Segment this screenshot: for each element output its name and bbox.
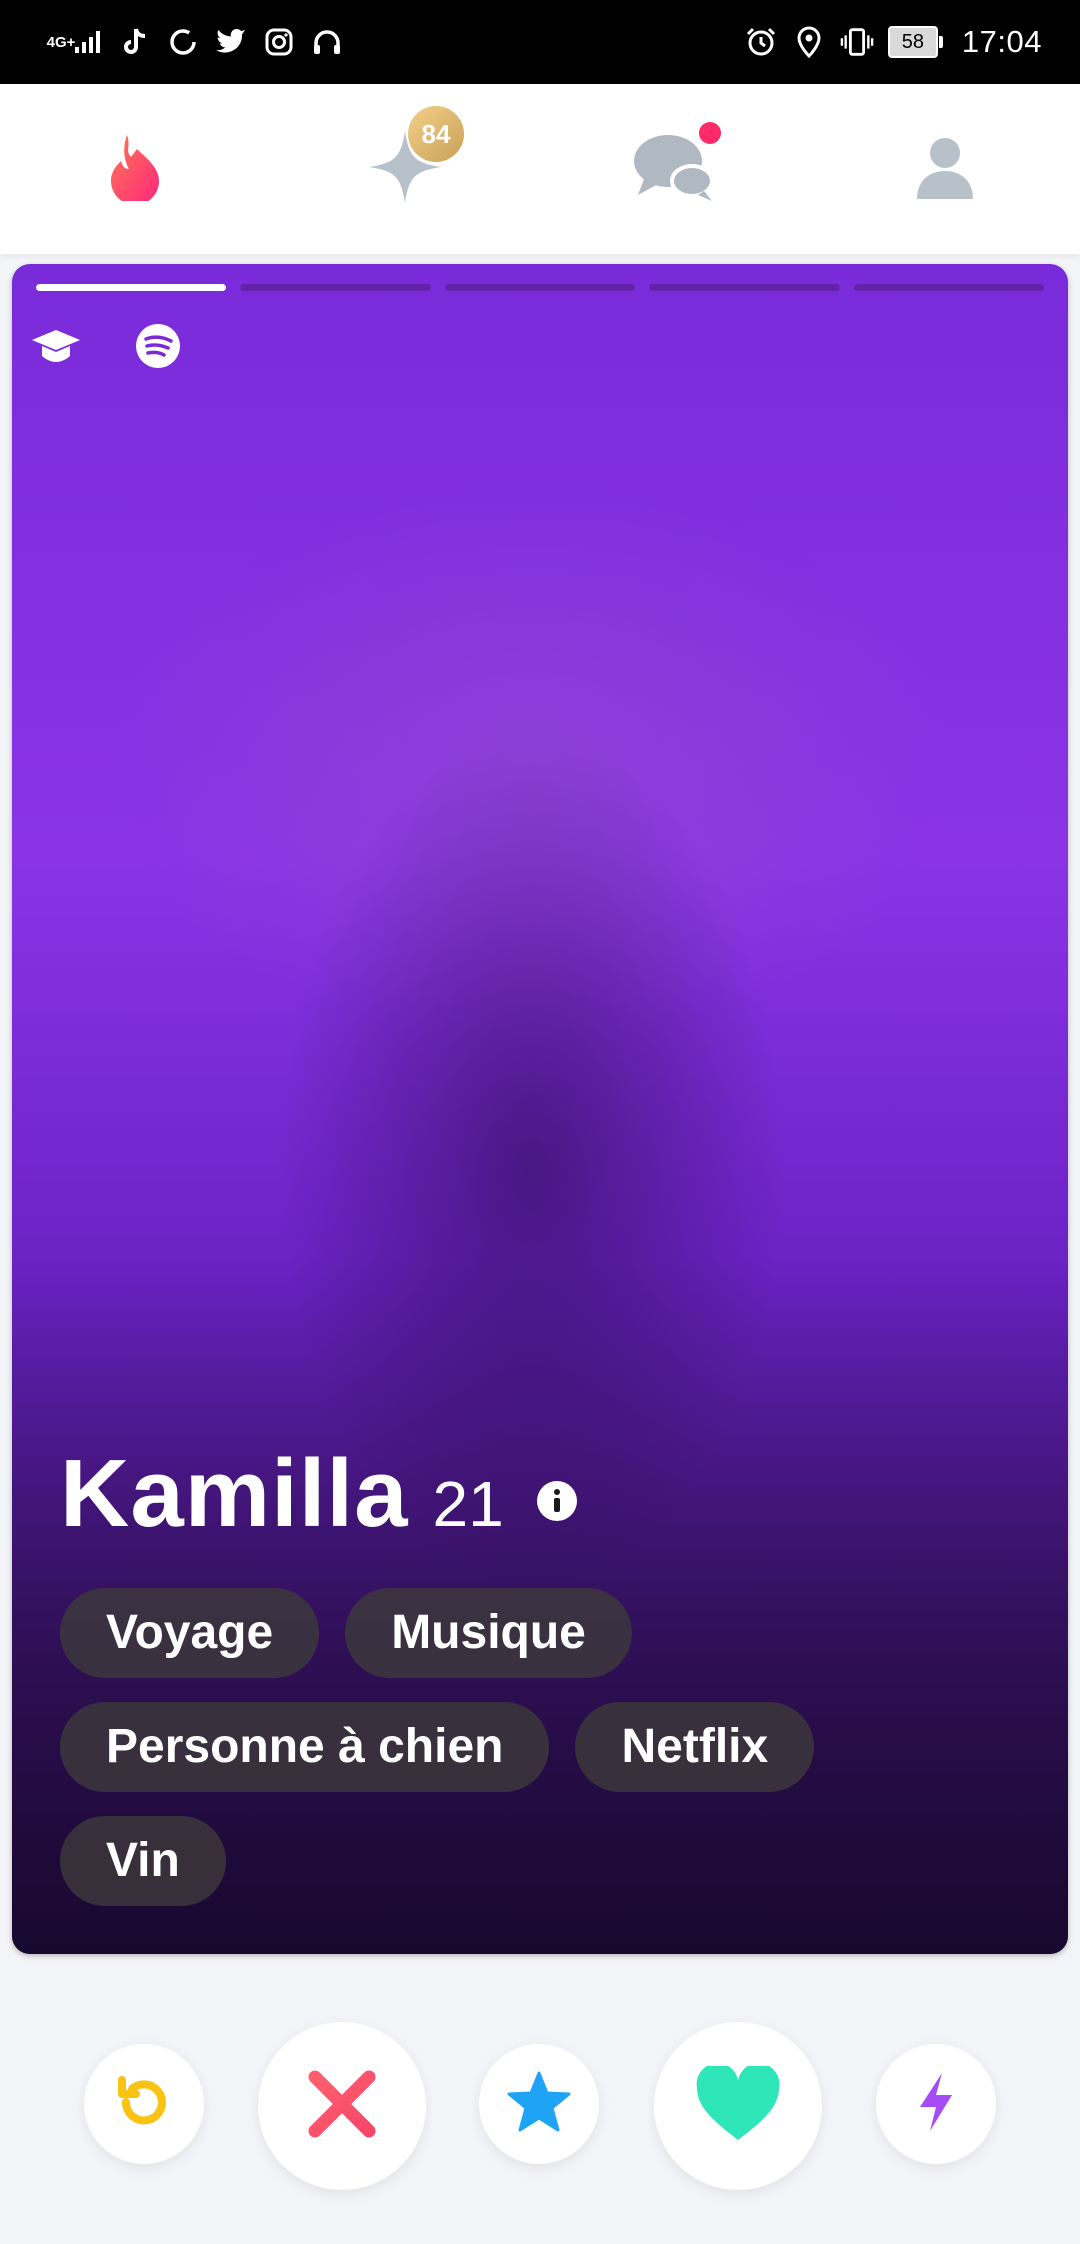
profile-name: Kamilla — [60, 1440, 409, 1547]
like-button[interactable] — [654, 2022, 822, 2190]
alarm-icon — [744, 25, 778, 59]
photo-progress-segment — [649, 284, 840, 291]
photo-progress — [36, 284, 1045, 291]
location-icon — [792, 25, 826, 59]
notification-dot — [699, 122, 721, 144]
super-like-icon — [506, 2070, 572, 2139]
instagram-icon — [262, 25, 296, 59]
tab-explore[interactable] — [60, 84, 210, 254]
profile-age: 21 — [432, 1468, 504, 1540]
rewind-button[interactable] — [84, 2044, 204, 2164]
twitter-icon — [214, 25, 248, 59]
tab-top-picks[interactable]: 84 — [330, 84, 480, 254]
boost-button[interactable] — [876, 2044, 996, 2164]
headphones-icon — [310, 25, 344, 59]
like-icon — [695, 2062, 781, 2147]
clock: 17:04 — [961, 24, 1042, 59]
interest-tag: Netflix — [575, 1702, 815, 1792]
interest-tags: Voyage Musique Personne à chien Netflix … — [60, 1588, 960, 1906]
nope-icon — [305, 2067, 379, 2146]
battery-indicator: 58 — [887, 26, 943, 58]
boost-icon — [914, 2071, 958, 2138]
super-like-button[interactable] — [479, 2044, 599, 2164]
interest-tag: Voyage — [60, 1588, 320, 1678]
tiktok-icon — [118, 25, 152, 59]
interest-tag: Personne à chien — [60, 1702, 550, 1792]
graduation-cap-icon — [28, 318, 84, 374]
signal-icon: 4G+ — [44, 25, 104, 59]
photo-progress-segment — [853, 284, 1045, 291]
top-navigation: 84 — [0, 84, 1080, 254]
profile-icon — [915, 133, 975, 206]
network-type: 4G+ — [46, 33, 76, 51]
status-left: 4G+ — [44, 18, 344, 66]
vibrate-icon — [840, 25, 874, 59]
interest-tag: Musique — [345, 1588, 632, 1678]
photo-progress-segment — [444, 284, 636, 291]
flame-icon — [107, 133, 163, 206]
interest-tag: Vin — [60, 1816, 226, 1906]
tab-profile[interactable] — [870, 84, 1020, 254]
profile-name-row: Kamilla 21 — [60, 1444, 578, 1544]
status-bar: 4G+ 58 17:04 — [0, 0, 1080, 84]
info-icon[interactable] — [536, 1480, 578, 1522]
nope-button[interactable] — [258, 2022, 426, 2190]
spotify-icon — [130, 318, 186, 374]
sync-circle-icon — [166, 25, 200, 59]
status-right: 58 17:04 — [744, 18, 1042, 66]
photo-progress-segment — [240, 284, 431, 291]
photo-progress-segment — [36, 284, 227, 291]
profile-card[interactable]: Kamilla 21 Voyage Musique Personne à chi… — [12, 264, 1068, 1954]
tab-messages[interactable] — [600, 84, 750, 254]
top-picks-badge: 84 — [408, 106, 464, 162]
rewind-icon — [112, 2070, 176, 2139]
